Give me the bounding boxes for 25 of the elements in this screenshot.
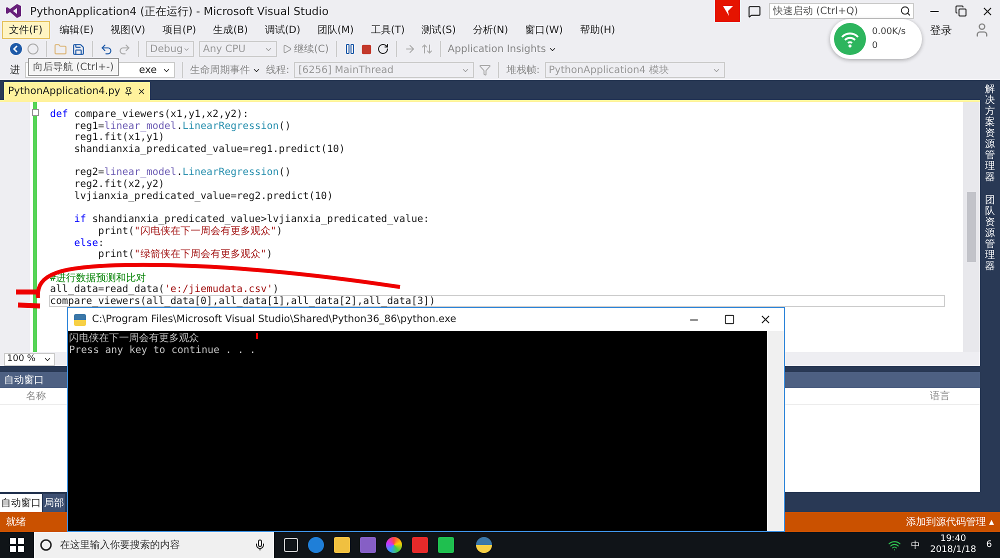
thread-label: 线程: [266, 64, 290, 77]
code-line: def compare_viewers(x1,y1,x2,y2): [49, 108, 250, 120]
tooltip: 向后导航 (Ctrl+-) [28, 58, 119, 76]
code-line: reg2.fit(x2,y2) [73, 178, 166, 190]
console-line: Press any key to continue . . . [69, 345, 256, 357]
stack-frame-label: 堆栈帧: [506, 64, 540, 77]
code-line: all_data=read_data('e:/jiemudata.csv') [49, 283, 280, 295]
code-line: lvjianxia_predicated_value=reg2.predict(10) [73, 190, 334, 202]
code-line: if shandianxia_predicated_value>lvjianxia_predicated_value: [73, 213, 430, 225]
count-text: 0 [872, 41, 879, 51]
column-header: 语言 [930, 390, 950, 403]
code-line: reg2=linear_model.LinearRegression() [73, 166, 292, 178]
code-line: shandianxia_predicated_value=reg1.predict(10) [73, 143, 346, 155]
code-line: else: [73, 236, 106, 248]
code-line: reg1=linear_model.LinearRegression() [73, 120, 292, 132]
speed-text: 0.00K/s [872, 27, 906, 37]
console-title: C:\Program Files\Microsoft Visual Studio\Shared\Python36_86\python.exe [92, 314, 456, 325]
column-header: 名称 [26, 390, 46, 403]
code-line: print("绿箭侠在下周会有更多观众") [97, 248, 274, 260]
status-text: 就绪 [6, 516, 26, 529]
code-line: print("闪电侠在下一周会有更多观众") [98, 224, 284, 237]
window-title: PythonApplication4 (正在运行) - Microsoft Visual Studio [30, 4, 329, 18]
process-label: 进 [10, 64, 20, 77]
code-line: reg1.fit(x1,y1) [73, 132, 166, 144]
console-line: 闪电侠在下一周会有更多观众 [69, 333, 199, 345]
